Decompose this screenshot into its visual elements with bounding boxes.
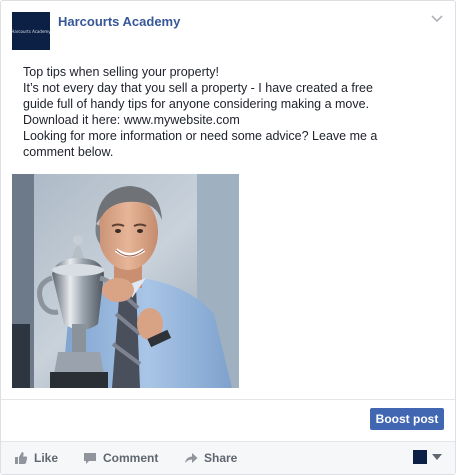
share-arrow-icon (185, 453, 198, 463)
share-label: Share (204, 451, 238, 465)
thumbs-up-icon (15, 452, 28, 464)
post-photo[interactable] (12, 174, 239, 388)
post-text-line: Download it here: www.mywebsite.com (23, 113, 240, 127)
like-button[interactable]: Like (14, 442, 58, 474)
post-text-line: Looking for more information or need som… (23, 129, 378, 143)
post-actions-bar: Like Comment Share (1, 442, 455, 474)
comment-label: Comment (103, 451, 159, 465)
post-card: Harcourts Academy Harcourts Academy Top … (0, 0, 456, 475)
post-text: Top tips when selling your property! It’… (23, 64, 438, 160)
post-text-line: guide full of handy tips for anyone cons… (23, 97, 370, 111)
post-text-line: comment below. (23, 145, 114, 159)
post-header: Harcourts Academy Harcourts Academy (11, 12, 444, 50)
page-mini-avatar (413, 450, 427, 464)
post-text-line: Top tips when selling your property! (23, 65, 219, 79)
share-button[interactable]: Share (184, 442, 237, 474)
comment-button[interactable]: Comment (83, 442, 158, 474)
post-text-line: It’s not every day that you sell a prope… (23, 81, 373, 95)
caret-down-icon (432, 454, 442, 460)
divider (1, 399, 455, 400)
man-with-trophy-image (12, 174, 239, 388)
boost-post-button[interactable]: Boost post (370, 408, 444, 430)
page-name-link[interactable]: Harcourts Academy (58, 14, 180, 29)
page-avatar[interactable]: Harcourts Academy (11, 12, 51, 50)
chevron-down-icon[interactable] (430, 14, 444, 24)
comment-icon (84, 453, 96, 464)
like-label: Like (34, 451, 59, 465)
avatar-logo-text: Harcourts Academy (11, 28, 51, 34)
page-voice-selector[interactable] (413, 447, 442, 467)
